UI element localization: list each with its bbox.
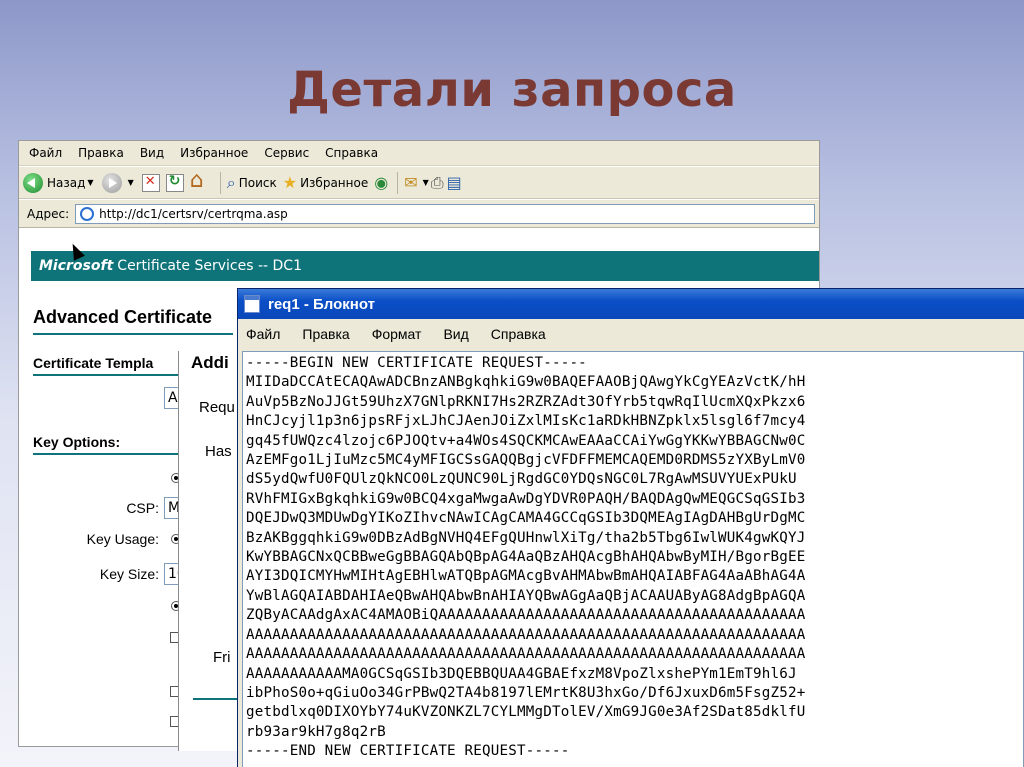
favorites-label: Избранное [300, 175, 369, 190]
np-menu-file[interactable]: Файл [246, 326, 280, 342]
search-button[interactable]: ⌕ Поиск [227, 173, 277, 193]
back-label: Назад [47, 175, 86, 190]
notepad-title: req1 - Блокнот [268, 295, 375, 313]
key-options-label: Key Options: [33, 434, 121, 450]
chevron-down-icon[interactable]: ▼ [87, 178, 93, 187]
refresh-icon[interactable] [165, 173, 184, 192]
page-title: Advanced Certificate [33, 307, 213, 327]
print-icon[interactable]: ⎙ [431, 173, 444, 193]
star-icon: ★ [282, 173, 298, 192]
menu-view[interactable]: Вид [140, 146, 164, 160]
menu-file[interactable]: Файл [29, 146, 62, 160]
browser-toolbar: Назад ▼ ▼ ⌕ Поиск ★ Избранное ◉ ✉ ▼ ⎙ ▤ [19, 167, 819, 199]
key-usage-label: Key Usage: [86, 531, 159, 547]
favorites-button[interactable]: ★ Избранное [283, 173, 369, 192]
np-menu-help[interactable]: Справка [491, 326, 546, 342]
slide-title: Детали запроса [287, 62, 737, 118]
stop-icon[interactable] [141, 173, 160, 192]
cert-template-label: Certificate Templa [33, 355, 154, 371]
additional-options-heading: Addi [191, 353, 229, 372]
forward-arrow-icon [101, 172, 122, 193]
np-menu-edit[interactable]: Правка [302, 326, 349, 342]
notepad-icon [244, 295, 260, 313]
search-icon: ⌕ [226, 172, 236, 192]
brand-logo: Microsoft [39, 258, 114, 274]
media-icon[interactable]: ◉ [374, 173, 388, 192]
page-icon [80, 206, 95, 221]
address-bar: Адрес: http://dc1/certsrv/certrqma.asp [19, 200, 819, 228]
toolbar-divider [397, 171, 399, 194]
key-size-label: Key Size: [99, 566, 159, 582]
chevron-down-icon[interactable]: ▼ [423, 178, 429, 187]
np-menu-view[interactable]: Вид [443, 326, 468, 342]
certificate-request-text: -----BEGIN NEW CERTIFICATE REQUEST----- … [246, 355, 806, 760]
service-header: Microsoft Certificate Services -- DC1 [31, 251, 819, 281]
notepad-text-area[interactable]: -----BEGIN NEW CERTIFICATE REQUEST----- … [242, 351, 1024, 767]
notepad-menubar: Файл Правка Формат Вид Справка [238, 321, 1024, 347]
divider [33, 453, 183, 455]
back-arrow-icon [23, 172, 43, 193]
request-format-label: Requ [199, 399, 235, 416]
csp-label: CSP: [126, 500, 159, 516]
forward-button[interactable]: ▼ [101, 172, 136, 193]
notepad-window: req1 - Блокнот Файл Правка Формат Вид Сп… [237, 288, 1024, 767]
menu-edit[interactable]: Правка [78, 146, 124, 160]
address-input[interactable]: http://dc1/certsrv/certrqma.asp [75, 203, 816, 224]
menu-favorites[interactable]: Избранное [180, 146, 248, 160]
menu-help[interactable]: Справка [325, 146, 378, 160]
divider [33, 374, 183, 376]
notepad-titlebar[interactable]: req1 - Блокнот [238, 289, 1024, 319]
friendly-name-label: Fri [213, 649, 231, 666]
back-button[interactable]: Назад ▼ [23, 172, 96, 193]
np-menu-format[interactable]: Формат [372, 326, 422, 342]
browser-menubar: Файл Правка Вид Избранное Сервис Справка [19, 141, 819, 166]
chevron-down-icon[interactable]: ▼ [128, 178, 134, 187]
service-title: Certificate Services -- DC1 [117, 258, 302, 274]
home-icon[interactable] [190, 168, 208, 193]
address-label: Адрес: [27, 206, 70, 221]
mail-icon[interactable]: ✉ [404, 173, 417, 192]
edit-icon[interactable]: ▤ [447, 173, 462, 192]
search-label: Поиск [238, 175, 277, 190]
toolbar-divider [219, 171, 221, 194]
divider [33, 333, 233, 335]
hash-label: Has [205, 443, 232, 460]
menu-tools[interactable]: Сервис [264, 146, 309, 160]
address-url: http://dc1/certsrv/certrqma.asp [99, 206, 288, 221]
